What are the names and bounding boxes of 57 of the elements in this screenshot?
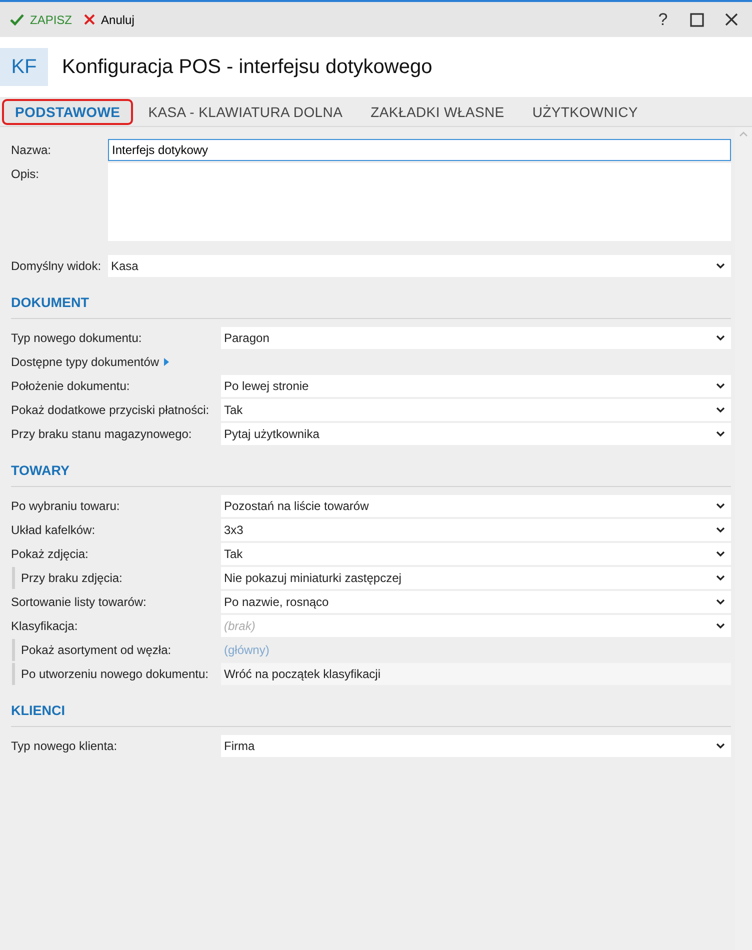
field-label: Pokaż zdjęcia: bbox=[11, 547, 90, 561]
checkmark-icon bbox=[10, 14, 24, 26]
field-label: Pokaż asortyment od węzła: bbox=[12, 639, 221, 661]
chevron-down-icon bbox=[716, 383, 725, 389]
chevron-down-icon bbox=[716, 551, 725, 557]
cancel-button[interactable]: Anuluj bbox=[80, 8, 138, 30]
dropdown[interactable]: Nie pokazuj miniaturki zastępczej bbox=[221, 567, 731, 589]
dropdown[interactable]: Firma bbox=[221, 735, 731, 757]
window-title: Konfiguracja POS - interfejsu dotykowego bbox=[62, 56, 432, 78]
chevron-down-icon bbox=[716, 335, 725, 341]
field-label: Nazwa: bbox=[11, 142, 52, 159]
tab[interactable]: PODSTAWOWE bbox=[2, 98, 134, 124]
section-heading: TOWARY bbox=[11, 463, 71, 478]
chevron-down-icon bbox=[716, 263, 725, 269]
chevron-down-icon bbox=[716, 527, 725, 533]
field-label: Sortowanie listy towarów: bbox=[11, 595, 148, 609]
expand-arrow-icon bbox=[164, 358, 170, 366]
maximize-icon bbox=[690, 12, 704, 26]
chevron-down-icon bbox=[716, 599, 725, 605]
section-heading: DOKUMENT bbox=[11, 295, 90, 310]
field-label: Układ kafelków: bbox=[11, 523, 96, 537]
field-label: Po wybraniu towaru: bbox=[11, 499, 121, 513]
close-icon bbox=[724, 13, 738, 26]
dropdown[interactable]: Tak bbox=[221, 399, 731, 421]
field-label: Typ nowego klienta: bbox=[11, 739, 118, 753]
field-label: Typ nowego dokumentu: bbox=[11, 331, 143, 345]
close-icon bbox=[84, 14, 96, 25]
view-dropdown[interactable]: Kasa bbox=[108, 255, 731, 277]
scroll-up-icon bbox=[739, 131, 748, 137]
chevron-down-icon bbox=[716, 431, 725, 437]
section-heading: KLIENCI bbox=[11, 703, 66, 718]
dropdown[interactable]: Pozostań na liście towarów bbox=[221, 495, 731, 517]
dropdown[interactable]: Paragon bbox=[221, 327, 731, 349]
tab[interactable]: KASA - KLAWIATURA DOLNA bbox=[135, 98, 356, 124]
chevron-down-icon bbox=[716, 743, 725, 749]
field-label: Pokaż dodatkowe przyciski płatności: bbox=[11, 403, 210, 417]
dropdown[interactable]: Po nazwie, rosnąco bbox=[221, 591, 731, 613]
help-button[interactable]: ? bbox=[646, 4, 680, 34]
dropdown[interactable]: 3x3 bbox=[221, 519, 731, 541]
field-label: Klasyfikacja: bbox=[11, 619, 79, 633]
dropdown[interactable]: Pytaj użytkownika bbox=[221, 423, 731, 445]
field-label: Domyślny widok: bbox=[11, 258, 102, 275]
initials-badge: KF bbox=[0, 48, 48, 86]
field-label: Położenie dokumentu: bbox=[11, 379, 131, 393]
expander-link[interactable]: Dostępne typy dokumentów bbox=[11, 355, 160, 369]
field-label: Opis: bbox=[11, 166, 40, 183]
readonly-field: Wróć na początek klasyfikacji bbox=[221, 663, 731, 685]
chevron-down-icon bbox=[716, 623, 725, 629]
tab[interactable]: ZAKŁADKI WŁASNE bbox=[358, 98, 518, 124]
chevron-down-icon bbox=[716, 575, 725, 581]
field-label: Przy braku stanu magazynowego: bbox=[11, 427, 193, 441]
chevron-down-icon bbox=[716, 503, 725, 509]
tab[interactable]: UŻYTKOWNICY bbox=[519, 98, 651, 124]
chevron-down-icon bbox=[716, 407, 725, 413]
name-field[interactable]: Interfejs dotykowy bbox=[108, 139, 731, 161]
dropdown[interactable]: Po lewej stronie bbox=[221, 375, 731, 397]
dropdown[interactable]: Tak bbox=[221, 543, 731, 565]
